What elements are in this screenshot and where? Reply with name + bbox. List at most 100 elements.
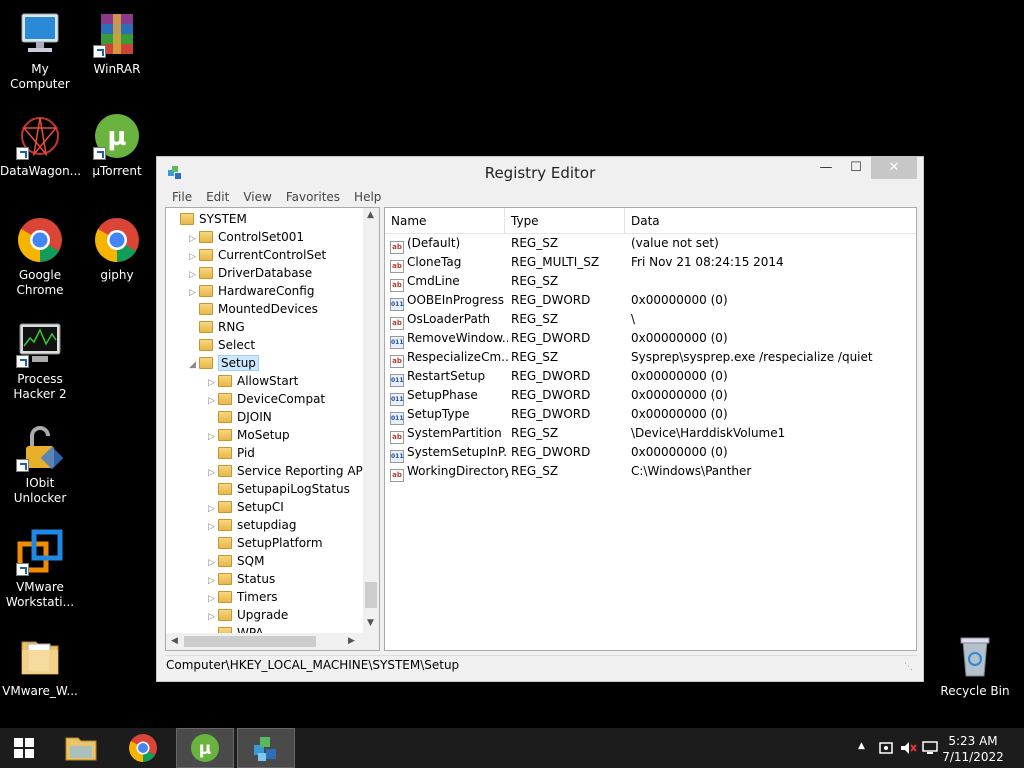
tree-item[interactable]: ▷ Upgrade xyxy=(208,606,288,624)
collapse-arrow-icon[interactable]: ◢ xyxy=(189,356,199,374)
maximize-button[interactable]: ☐ xyxy=(841,157,871,179)
tree-item[interactable]: Pid xyxy=(208,444,255,462)
value-row[interactable]: ab CloneTag REG_MULTI_SZ Fri Nov 21 08:24:1… xyxy=(385,253,916,273)
tree-item-label: Upgrade xyxy=(237,608,289,622)
value-row[interactable]: 011 RemoveWindow... REG_DWORD 0x00000000 (0… xyxy=(385,329,916,349)
tree-item[interactable]: ▷ setupdiag xyxy=(208,516,296,534)
value-row[interactable]: ab SystemPartition REG_SZ \Device\HarddiskV… xyxy=(385,424,916,444)
svg-text:µ: µ xyxy=(199,739,212,759)
menu-view[interactable]: View xyxy=(236,188,278,206)
desktop-icon-google-chrome[interactable]: Google Chrome xyxy=(0,216,80,298)
menu-help[interactable]: Help xyxy=(347,188,388,206)
tree-item[interactable]: ▷ Service Reporting API xyxy=(208,462,366,480)
desktop-icon-recycle-bin[interactable]: Recycle Bin xyxy=(935,632,1015,699)
value-data: Sysprep\sysprep.exe /respecialize /quiet xyxy=(631,350,873,364)
tree-horizontal-scrollbar[interactable]: ◀ ▶ xyxy=(166,633,379,650)
tree-item[interactable]: ▷ HardwareConfig xyxy=(189,282,314,300)
desktop-icon-utorrent[interactable]: µ µTorrent xyxy=(77,112,157,179)
tree-item[interactable]: SYSTEM xyxy=(170,210,247,228)
value-type: REG_SZ xyxy=(511,236,559,250)
tree-item[interactable]: ▷ MoSetup xyxy=(208,426,290,444)
tree-item[interactable]: ▷ Status xyxy=(208,570,275,588)
desktop-icon-process-hacker[interactable]: Process Hacker 2 xyxy=(0,320,80,402)
tree-item[interactable]: ▷ Timers xyxy=(208,588,278,606)
value-row[interactable]: ab RespecializeCm... REG_SZ Sysprep\sysprep… xyxy=(385,348,916,368)
desktop-icon-iobit-unlocker[interactable]: IObit Unlocker xyxy=(0,424,80,506)
tree-item[interactable]: ▷ ControlSet001 xyxy=(189,228,304,246)
column-header-name[interactable]: Name xyxy=(385,208,505,234)
taskbar-chrome[interactable] xyxy=(114,728,172,768)
menu-edit[interactable]: Edit xyxy=(199,188,236,206)
value-type: REG_SZ xyxy=(511,312,559,326)
value-row[interactable]: 011 SystemSetupInP... REG_DWORD 0x00000000 … xyxy=(385,443,916,463)
value-row[interactable]: ab OsLoaderPath REG_SZ \ xyxy=(385,310,916,330)
taskbar-file-explorer[interactable] xyxy=(52,728,110,768)
tree-item[interactable]: ▷ DriverDatabase xyxy=(189,264,312,282)
tree-item[interactable]: RNG xyxy=(189,318,245,336)
key-tree[interactable]: SYSTEM ▷ ControlSet001 ▷ CurrentControlSet ▷ D… xyxy=(165,207,380,651)
tree-item[interactable]: MountedDevices xyxy=(189,300,318,318)
display-icon[interactable] xyxy=(922,740,938,759)
desktop-icon-datawagon[interactable]: DataWagon... xyxy=(0,112,81,179)
clock[interactable]: 5:23 AM 7/11/2022 xyxy=(938,733,1008,765)
resize-grip-icon[interactable]: ⋱ xyxy=(904,658,913,676)
value-row[interactable]: ab WorkingDirectory REG_SZ C:\Windows\Panth… xyxy=(385,462,916,482)
taskbar-utorrent[interactable]: µ xyxy=(176,728,234,768)
folder-icon xyxy=(218,519,232,531)
tree-item[interactable]: ▷ AllowStart xyxy=(208,372,298,390)
values-list[interactable]: Name Type Data ab (Default) REG_SZ (value n… xyxy=(384,207,917,651)
scroll-thumb[interactable] xyxy=(184,636,316,647)
start-button[interactable] xyxy=(0,728,58,768)
minimize-button[interactable]: — xyxy=(811,157,841,179)
tree-vertical-scrollbar[interactable]: ▲ ▼ xyxy=(363,208,379,634)
show-hidden-icons-icon[interactable]: ▲ xyxy=(858,741,865,751)
scroll-up-icon[interactable]: ▲ xyxy=(367,210,374,220)
folder-icon xyxy=(199,357,213,369)
desktop-icon-vmware-folder[interactable]: VMware_W... xyxy=(0,632,80,699)
tree-item[interactable]: ▷ DeviceCompat xyxy=(208,390,325,408)
desktop-icon-vmware[interactable]: VMware Workstati... xyxy=(0,528,80,610)
value-row[interactable]: 011 SetupType REG_DWORD 0x00000000 (0) xyxy=(385,405,916,425)
tree-item-label: setupdiag xyxy=(237,518,297,532)
tree-item-label: HardwareConfig xyxy=(218,284,315,298)
value-row[interactable]: 011 RestartSetup REG_DWORD 0x00000000 (0) xyxy=(385,367,916,387)
tree-item-label: SYSTEM xyxy=(199,212,247,226)
tree-item[interactable]: DJOIN xyxy=(208,408,272,426)
chrome-icon xyxy=(93,216,141,264)
tree-item[interactable]: ▷ SQM xyxy=(208,552,264,570)
title-bar[interactable]: Registry Editor — ☐ ✕ xyxy=(157,157,923,187)
folder-icon xyxy=(218,501,232,513)
network-status-icon[interactable] xyxy=(878,740,894,759)
scroll-down-icon[interactable]: ▼ xyxy=(367,618,374,628)
desktop-icon-giphy[interactable]: giphy xyxy=(77,216,157,283)
tree-item[interactable]: SetupapiLogStatus xyxy=(208,480,350,498)
value-row[interactable]: ab CmdLine REG_SZ xyxy=(385,272,916,292)
utorrent-icon: µ xyxy=(177,734,233,768)
tree-item[interactable]: ▷ CurrentControlSet xyxy=(189,246,326,264)
menu-favorites[interactable]: Favorites xyxy=(279,188,347,206)
scroll-right-icon[interactable]: ▶ xyxy=(348,636,355,646)
column-header-type[interactable]: Type xyxy=(505,208,625,234)
scroll-left-icon[interactable]: ◀ xyxy=(171,636,178,646)
value-row[interactable]: 011 OOBEInProgress REG_DWORD 0x00000000 (0) xyxy=(385,291,916,311)
volume-muted-icon[interactable] xyxy=(900,740,918,759)
value-data: C:\Windows\Panther xyxy=(631,464,752,478)
value-data: \ xyxy=(631,312,636,326)
tree-item[interactable]: ▷ SetupCI xyxy=(208,498,284,516)
desktop-icon-winrar[interactable]: WinRAR xyxy=(77,10,157,77)
close-button[interactable]: ✕ xyxy=(871,157,917,179)
folder-icon xyxy=(199,231,213,243)
value-row[interactable]: 011 SetupPhase REG_DWORD 0x00000000 (0) xyxy=(385,386,916,406)
value-row[interactable]: ab (Default) REG_SZ (value not set) xyxy=(385,234,916,254)
column-header-data[interactable]: Data xyxy=(625,208,916,234)
menu-file[interactable]: File xyxy=(165,188,199,206)
tree-item[interactable]: ◢ Setup xyxy=(189,354,259,372)
scroll-thumb[interactable] xyxy=(365,582,377,608)
tree-item-label: SQM xyxy=(237,554,265,568)
desktop-icon-my-computer[interactable]: My Computer xyxy=(0,10,80,92)
chrome-icon xyxy=(16,216,64,264)
tree-item[interactable]: Select xyxy=(189,336,255,354)
recycle-bin-icon xyxy=(951,632,999,680)
tree-item[interactable]: SetupPlatform xyxy=(208,534,323,552)
taskbar-registry-editor[interactable] xyxy=(237,728,295,768)
